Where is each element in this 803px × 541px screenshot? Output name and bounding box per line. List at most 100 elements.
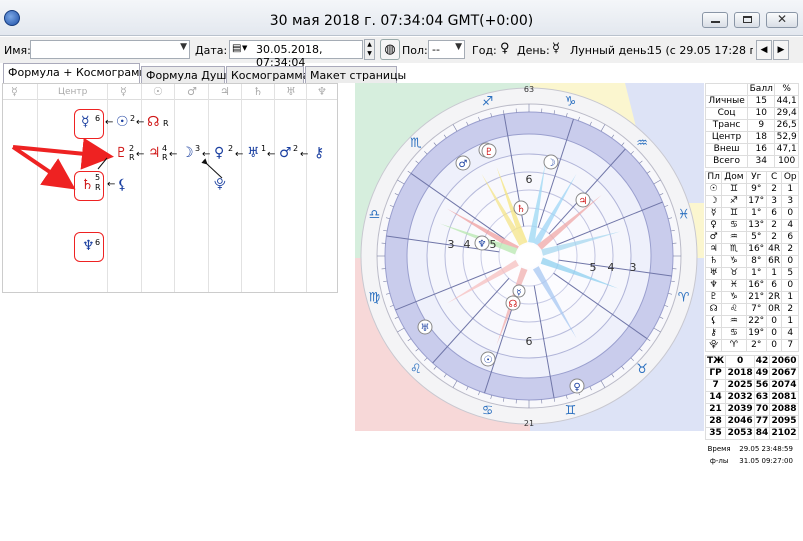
chevron-right-icon: ▶: [777, 45, 785, 55]
table-cell: ♇: [704, 291, 723, 304]
next-button[interactable]: ▶: [773, 40, 789, 60]
chevron-left-icon: ◀: [760, 45, 768, 55]
table-row: 14 2032 63 2081: [704, 391, 799, 404]
tab-cosmogram[interactable]: Космограмма: [226, 66, 309, 83]
table-cell: 6R: [765, 255, 783, 268]
table-cell: 34: [747, 155, 776, 168]
gender-value: --: [432, 43, 440, 56]
table-row: 7 2025 56 2074: [704, 379, 799, 392]
table-cell: 1°: [745, 207, 767, 220]
table-cell: ♐: [721, 195, 747, 208]
black-arrow-selena: [201, 158, 223, 179]
table-cell: 2102: [769, 427, 799, 440]
header-cell: [704, 83, 749, 96]
table-row: ☉ ♊ 9° 2 1: [704, 183, 799, 196]
tab-page-layout[interactable]: Макет страницы: [305, 66, 406, 83]
degree-label-bottom: 21: [524, 419, 534, 428]
tab-formula-cosmogram[interactable]: Формула + Космограмма: [3, 63, 154, 84]
table-row: Всего 34 100: [704, 155, 799, 168]
table-cell: 1: [781, 183, 799, 196]
table-cell: 0: [781, 207, 799, 220]
table-cell: ♑: [721, 291, 747, 304]
table-row: ☊ ♌ 7° 0R 2: [704, 303, 799, 316]
zodiac-sign-glyph: ♋: [482, 404, 494, 419]
table-cell: ♄: [704, 255, 723, 268]
zodiac-sign-glyph: ♑: [565, 94, 577, 109]
calendar-dropdown-icon: ▼: [242, 44, 248, 52]
table-cell: Соц: [704, 107, 749, 120]
table-cell: 35: [704, 427, 727, 440]
zodiac-sign-glyph: ♐: [482, 94, 494, 109]
close-button[interactable]: ✕: [766, 12, 798, 28]
stats-table: Балл% Личные 15 44,1 Соц 10 29,4 Транс 9 26,5 Цент…: [704, 83, 799, 168]
table-cell: 4: [781, 219, 799, 232]
gender-combo[interactable]: -- ▼: [428, 40, 465, 59]
table-row: ♅ ♉ 1° 1 5: [704, 267, 799, 280]
table-cell: Внеш: [704, 143, 749, 156]
chevron-down-icon: ▼: [455, 42, 462, 52]
svg-text:♆: ♆: [478, 239, 487, 250]
table-cell: 2088: [769, 403, 799, 416]
header-cell: С: [765, 171, 783, 184]
table-cell: 3: [765, 195, 783, 208]
table-row: ♂ ♒ 5° 2 6: [704, 231, 799, 244]
table-cell: ☉: [704, 183, 723, 196]
date-field[interactable]: ▤ ▼ 30.05.2018, 07:34:04: [229, 40, 363, 69]
planets-table: Пл Дом Уг С Ор ☉ ♊ 9° 2 1 ☽ ♐ 17° 3 3 ☿ ♊ 1° 6 0 ♀ ♋ 13° 2 4 ♂ ♒ 5°…: [704, 171, 799, 352]
table-cell: 0: [765, 339, 783, 352]
maximize-button[interactable]: [734, 12, 760, 28]
table-cell: 70: [754, 403, 771, 416]
prev-button[interactable]: ◀: [756, 40, 772, 60]
table-cell: 3: [781, 195, 799, 208]
table-cell: ⯓: [704, 339, 723, 352]
minimize-button[interactable]: [702, 12, 728, 28]
table-row: ☿ ♊ 1° 6 0: [704, 207, 799, 220]
table-cell: 2081: [769, 391, 799, 404]
svg-text:6: 6: [526, 335, 533, 348]
table-row: ♇ ♑ 21° 2R 1: [704, 291, 799, 304]
table-row: ☽ ♐ 17° 3 3: [704, 195, 799, 208]
svg-text:♄: ♄: [517, 204, 526, 215]
table-cell: 100: [774, 155, 799, 168]
svg-text:♀: ♀: [573, 382, 580, 393]
globe-icon[interactable]: ◍: [380, 39, 400, 60]
table-row: 21 2039 70 2088: [704, 403, 799, 416]
table-cell: 44,1: [774, 95, 799, 108]
table-cell: 8°: [745, 255, 767, 268]
date-spinner[interactable]: ▲ ▼: [364, 39, 375, 60]
table-cell: ♅: [704, 267, 723, 280]
chevron-down-icon: ▼: [180, 42, 187, 52]
table-cell: 17°: [745, 195, 767, 208]
table-cell: ⚸: [704, 315, 723, 328]
table-cell: 13°: [745, 219, 767, 232]
year-glyph: ♀: [500, 41, 510, 56]
table-cell: 16°: [745, 279, 767, 292]
formula-value: 31.05 09:27:00: [739, 456, 793, 465]
tab-soul-formula[interactable]: Формула Души: [141, 66, 234, 83]
table-cell: Центр: [704, 131, 749, 144]
name-combo[interactable]: ▼: [30, 40, 190, 59]
table-cell: 42: [754, 355, 771, 368]
svg-text:5: 5: [590, 261, 597, 274]
table-cell: 21: [704, 403, 727, 416]
formula-label: ф-лы: [709, 456, 729, 465]
table-cell: ♋: [721, 219, 747, 232]
zodiac-sign-glyph: ♒: [636, 136, 648, 151]
table-cell: 2032: [725, 391, 756, 404]
table-cell: 56: [754, 379, 771, 392]
table-cell: 0: [781, 255, 799, 268]
table-cell: 2: [765, 183, 783, 196]
zodiac-sign-glyph: ♊: [565, 404, 577, 419]
table-cell: ♉: [721, 267, 747, 280]
svg-text:4: 4: [464, 238, 471, 251]
svg-text:4: 4: [608, 261, 615, 274]
table-cell: ♂: [704, 231, 723, 244]
table-cell: 2: [781, 303, 799, 316]
table-cell: ♋: [721, 327, 747, 340]
header-cell: %: [774, 83, 799, 96]
table-cell: ⚷: [704, 327, 723, 340]
table-cell: ☽: [704, 195, 723, 208]
svg-text:☽: ☽: [547, 158, 556, 169]
table-cell: 49: [754, 367, 771, 380]
table-cell: 1°: [745, 267, 767, 280]
